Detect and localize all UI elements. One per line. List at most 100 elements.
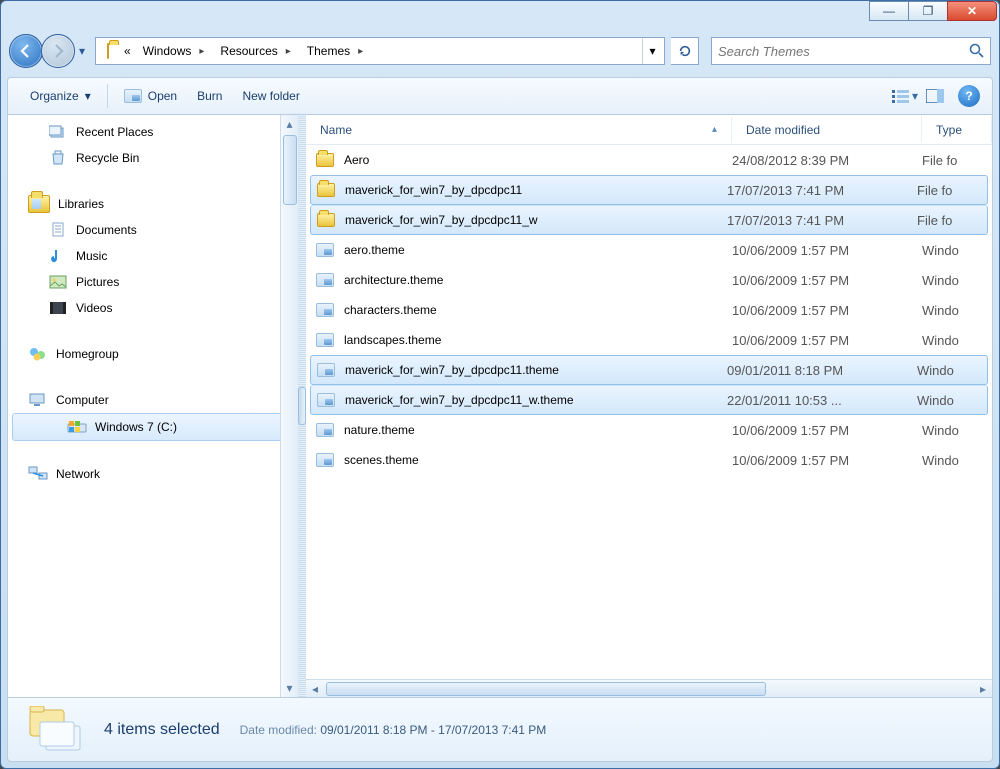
refresh-button[interactable]: [671, 37, 699, 65]
arrow-left-icon: [18, 43, 34, 59]
nav-libraries[interactable]: Libraries: [8, 191, 298, 217]
breadcrumb-themes[interactable]: Themes ▸: [301, 41, 373, 61]
nav-pictures[interactable]: Pictures: [8, 269, 298, 295]
folder-icon: [98, 44, 118, 58]
homegroup-icon: [28, 345, 48, 363]
forward-button[interactable]: [41, 34, 75, 68]
videos-icon: [48, 299, 68, 317]
nav-recycle-bin[interactable]: Recycle Bin: [8, 145, 298, 171]
breadcrumb-overflow[interactable]: «: [118, 41, 137, 61]
close-button[interactable]: ✕: [947, 1, 997, 21]
separator: [107, 84, 108, 108]
file-date: 09/01/2011 8:18 PM: [727, 363, 917, 378]
refresh-icon: [678, 44, 692, 58]
nav-music[interactable]: Music: [8, 243, 298, 269]
file-type: Windo: [922, 453, 992, 468]
list-h-scrollbar[interactable]: ◂ ▸: [306, 679, 992, 697]
pictures-icon: [48, 273, 68, 291]
nav-network[interactable]: Network: [8, 461, 298, 487]
col-name-label: Name: [320, 123, 352, 137]
address-dropdown[interactable]: ▾: [642, 38, 662, 64]
file-type: File fo: [917, 183, 987, 198]
organize-label: Organize: [30, 89, 79, 103]
burn-button[interactable]: Burn: [187, 85, 232, 107]
file-type: Windo: [922, 303, 992, 318]
column-headers: Name ▴ Date modified Type: [306, 115, 992, 145]
help-icon: ?: [965, 89, 972, 103]
col-name[interactable]: Name ▴: [306, 117, 732, 143]
nav-videos[interactable]: Videos: [8, 295, 298, 321]
address-bar[interactable]: « Windows▸ Resources▸ Themes ▸ ▾: [95, 37, 665, 65]
file-row[interactable]: Aero24/08/2012 8:39 PMFile fo: [306, 145, 992, 175]
crumb-label: Themes: [307, 44, 350, 58]
file-row[interactable]: maverick_for_win7_by_dpcdpc11.theme09/01…: [310, 355, 988, 385]
nav-label: Network: [56, 467, 100, 481]
scroll-up-icon[interactable]: ▴: [281, 115, 298, 133]
nav-scrollbar[interactable]: ▴ ▾: [280, 115, 298, 697]
overflow-label: «: [124, 44, 131, 58]
file-date: 17/07/2013 7:41 PM: [727, 183, 917, 198]
nav-label: Homegroup: [56, 347, 119, 361]
file-row[interactable]: landscapes.theme10/06/2009 1:57 PMWindo: [306, 325, 992, 355]
scroll-left-icon[interactable]: ◂: [306, 682, 324, 696]
open-icon: [124, 89, 142, 103]
nav-history-dropdown[interactable]: ▾: [75, 44, 89, 58]
file-date: 10/06/2009 1:57 PM: [732, 423, 922, 438]
col-type[interactable]: Type: [922, 116, 992, 143]
scroll-down-icon[interactable]: ▾: [281, 679, 298, 697]
file-type: File fo: [922, 153, 992, 168]
nav-drive-c[interactable]: Windows 7 (C:): [12, 413, 294, 441]
col-date[interactable]: Date modified: [732, 116, 922, 143]
scroll-thumb[interactable]: [326, 682, 766, 696]
organize-button[interactable]: Organize ▾: [20, 85, 101, 107]
sort-asc-icon: ▴: [712, 124, 717, 135]
back-button[interactable]: [9, 34, 43, 68]
file-name: characters.theme: [344, 303, 437, 317]
nav-documents[interactable]: Documents: [8, 217, 298, 243]
view-mode-button[interactable]: ▾: [890, 84, 920, 108]
file-name: scenes.theme: [344, 453, 419, 467]
file-date: 24/08/2012 8:39 PM: [732, 153, 922, 168]
new-folder-button[interactable]: New folder: [232, 85, 309, 107]
preview-pane-button[interactable]: [920, 84, 950, 108]
chevron-right-icon[interactable]: ▸: [354, 46, 367, 57]
splitter[interactable]: [298, 115, 306, 697]
file-row[interactable]: nature.theme10/06/2009 1:57 PMWindo: [306, 415, 992, 445]
nav-recent-places[interactable]: Recent Places: [8, 119, 298, 145]
file-date: 10/06/2009 1:57 PM: [732, 273, 922, 288]
breadcrumb-windows[interactable]: Windows▸: [137, 41, 215, 61]
file-row[interactable]: aero.theme10/06/2009 1:57 PMWindo: [306, 235, 992, 265]
chevron-down-icon: ▾: [85, 89, 91, 103]
search-input[interactable]: [718, 44, 968, 59]
theme-file-icon: [316, 243, 334, 257]
file-date: 10/06/2009 1:57 PM: [732, 303, 922, 318]
minimize-button[interactable]: —: [869, 1, 909, 21]
file-row[interactable]: maverick_for_win7_by_dpcdpc1117/07/2013 …: [310, 175, 988, 205]
file-row[interactable]: maverick_for_win7_by_dpcdpc11_w.theme22/…: [310, 385, 988, 415]
scroll-right-icon[interactable]: ▸: [974, 682, 992, 696]
nav-row: ▾ « Windows▸ Resources▸ Themes ▸ ▾: [1, 29, 999, 73]
chevron-right-icon[interactable]: ▸: [195, 46, 208, 57]
nav-label: Documents: [76, 223, 137, 237]
chevron-right-icon[interactable]: ▸: [282, 46, 295, 57]
nav-computer[interactable]: Computer: [8, 387, 298, 413]
scroll-thumb[interactable]: [283, 135, 297, 205]
libraries-icon: [28, 195, 50, 213]
file-row[interactable]: scenes.theme10/06/2009 1:57 PMWindo: [306, 445, 992, 475]
search-icon[interactable]: [968, 42, 984, 61]
nav-label: Music: [76, 249, 107, 263]
navigation-pane: Recent Places Recycle Bin Libraries Docu…: [8, 115, 298, 697]
folder-icon: [316, 153, 334, 167]
file-row[interactable]: maverick_for_win7_by_dpcdpc11_w17/07/201…: [310, 205, 988, 235]
breadcrumb-resources[interactable]: Resources▸: [214, 41, 300, 61]
maximize-button[interactable]: ❐: [908, 1, 948, 21]
open-button[interactable]: Open: [114, 85, 187, 107]
help-button[interactable]: ?: [958, 85, 980, 107]
nav-homegroup[interactable]: Homegroup: [8, 341, 298, 367]
file-date: 10/06/2009 1:57 PM: [732, 333, 922, 348]
search-box[interactable]: [711, 37, 991, 65]
file-row[interactable]: characters.theme 10/06/2009 1:57 PMWindo: [306, 295, 992, 325]
file-row[interactable]: architecture.theme10/06/2009 1:57 PMWind…: [306, 265, 992, 295]
selection-count: 4 items selected: [104, 721, 220, 739]
file-name: architecture.theme: [344, 273, 443, 287]
